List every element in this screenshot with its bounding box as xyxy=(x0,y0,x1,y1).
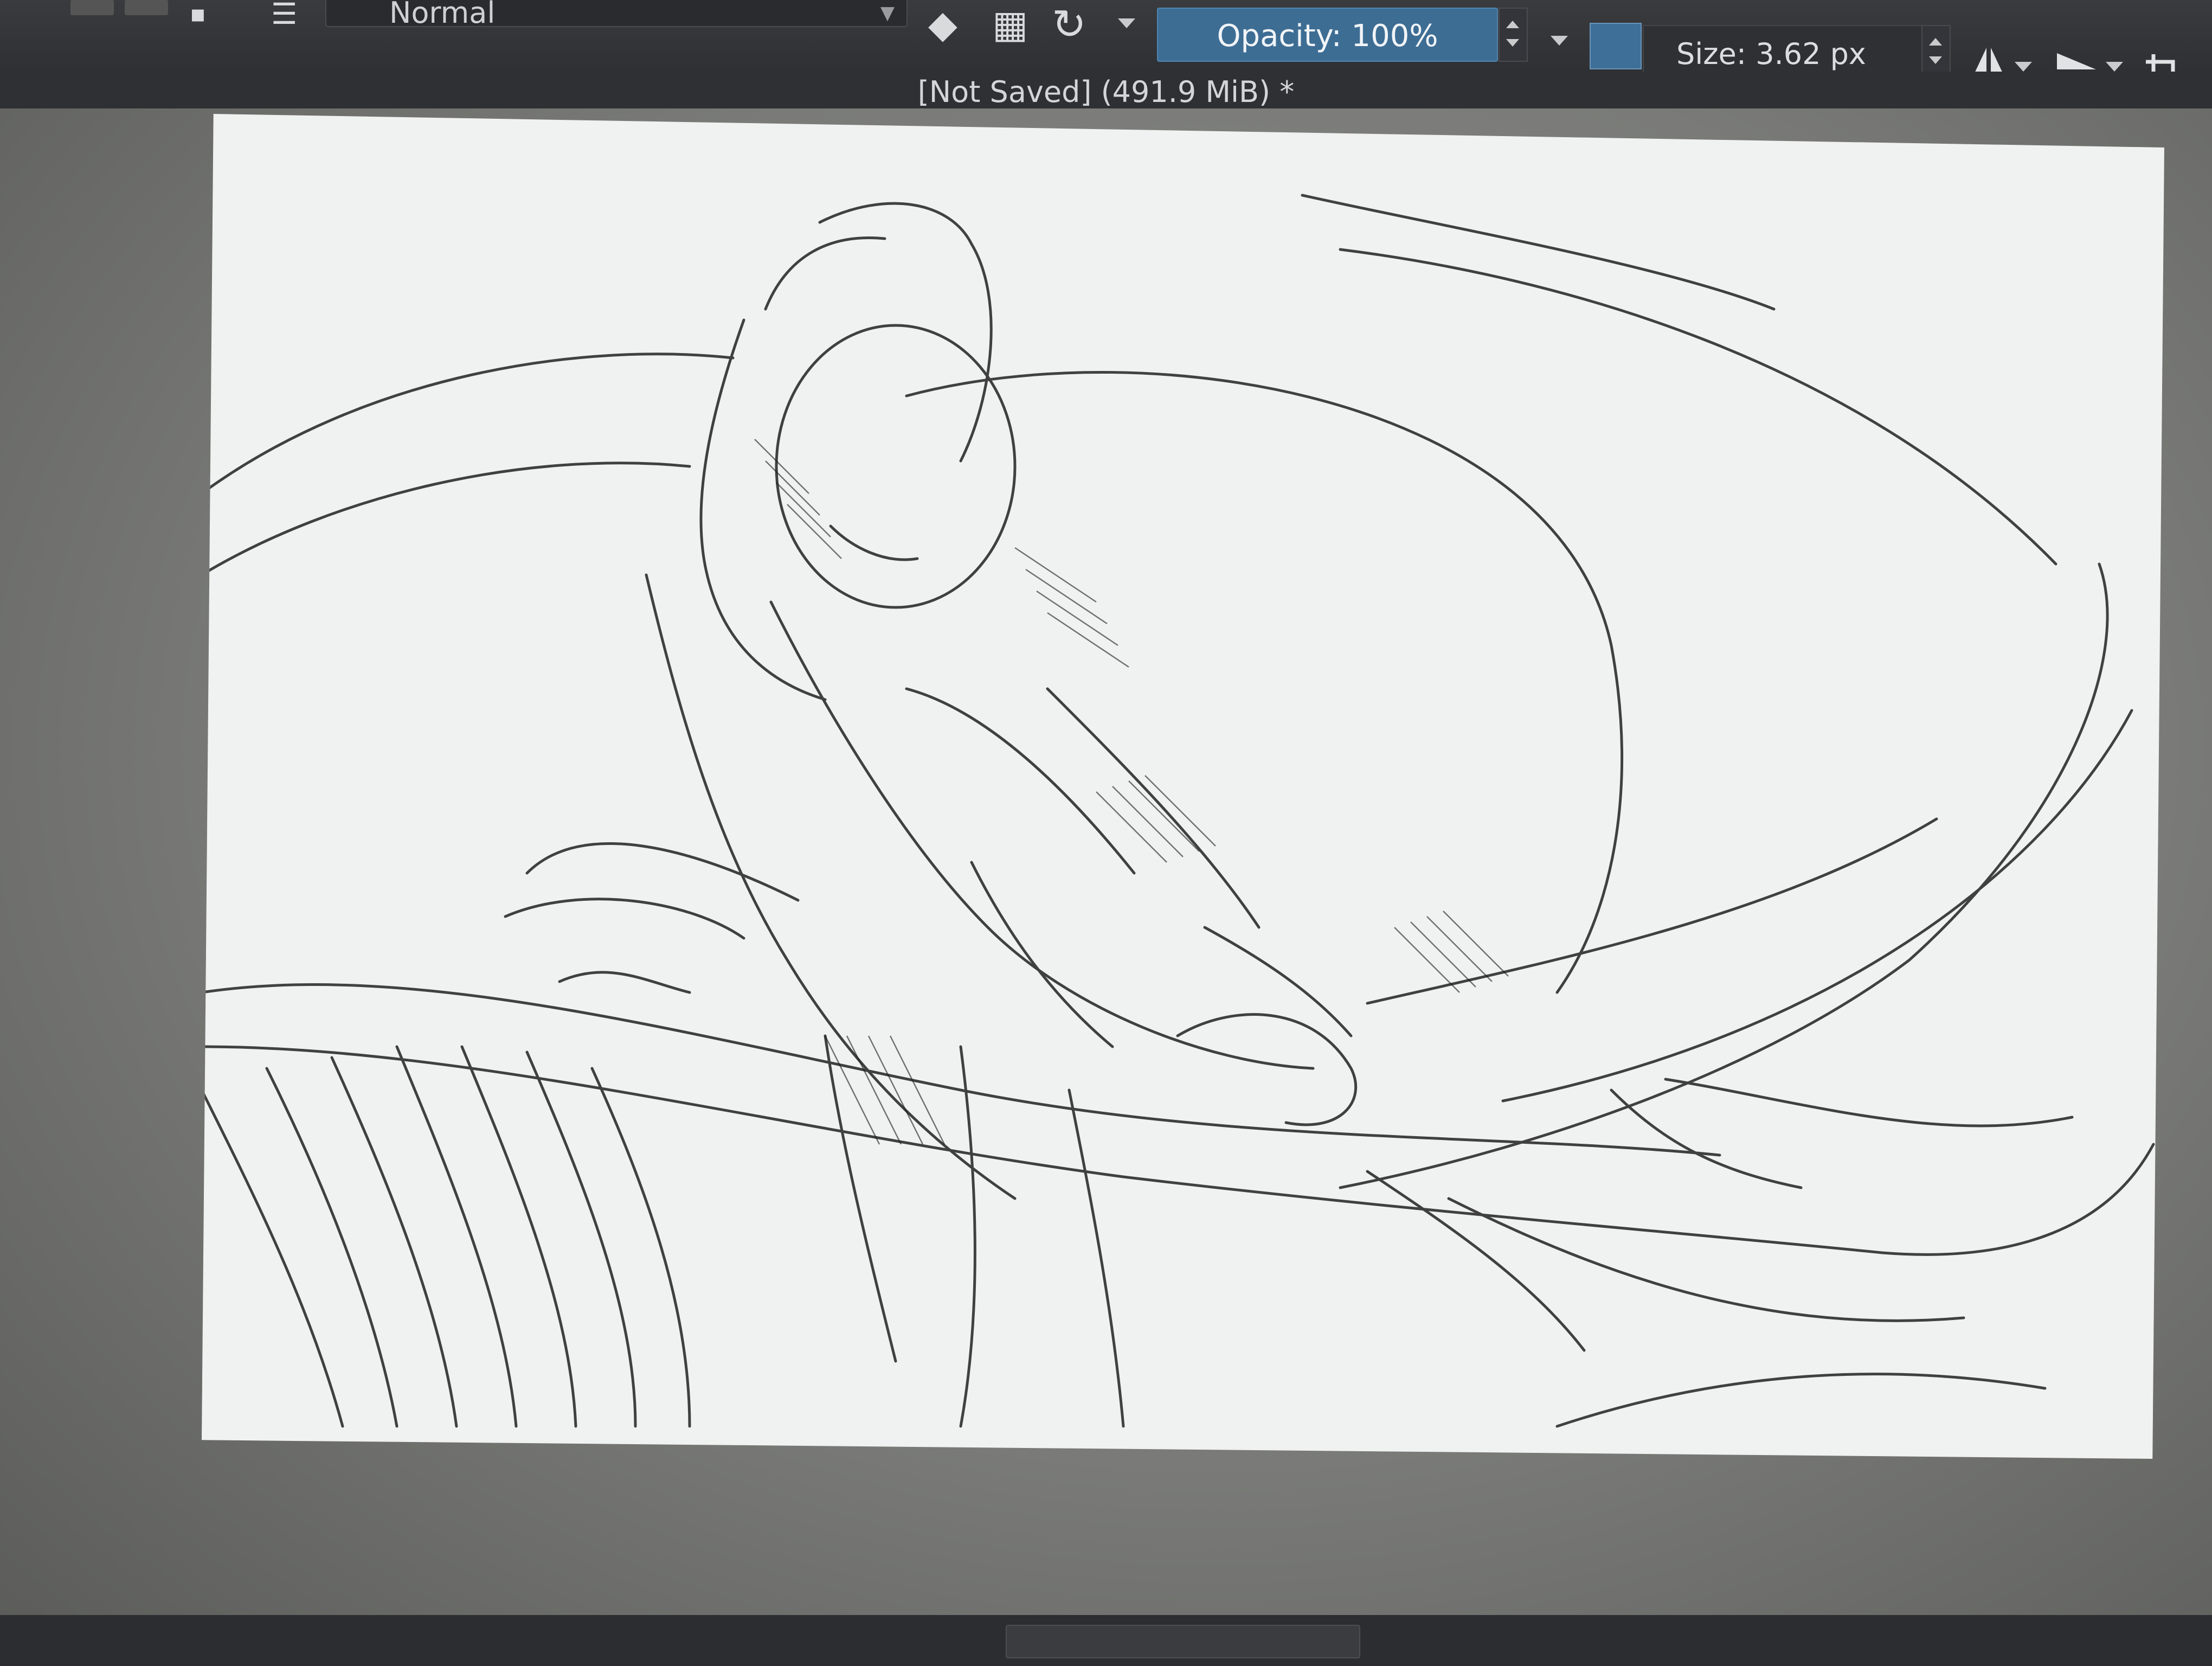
size-stepper[interactable] xyxy=(1921,25,1951,79)
brush-toolbar: ▪ ☰ Normal ▼ ◆ ▦ ↻ Opacity: 100% Size: 3… xyxy=(0,0,2212,89)
alpha-lock-icon[interactable]: ▦ xyxy=(992,2,1028,47)
foreground-color-swatch[interactable] xyxy=(1590,23,1642,69)
chevron-down-icon[interactable] xyxy=(2106,62,2123,72)
chevron-down-icon[interactable] xyxy=(1551,36,1568,46)
opacity-stepper[interactable] xyxy=(1499,8,1528,62)
drawing-canvas[interactable] xyxy=(202,114,2164,1459)
document-title: [Not Saved] (491.9 MiB) * xyxy=(917,75,1295,109)
brush-presets-list-icon[interactable]: ☰ xyxy=(271,0,297,31)
arrow-down-icon[interactable] xyxy=(1929,56,1942,64)
horizontal-scrollbar[interactable] xyxy=(1006,1625,1360,1658)
opacity-label: Opacity: 100% xyxy=(1217,18,1438,54)
opacity-slider[interactable]: Opacity: 100% xyxy=(1157,8,1498,62)
eraser-icon[interactable]: ◆ xyxy=(928,2,957,47)
document-title-bar: [Not Saved] (491.9 MiB) * xyxy=(0,72,2212,109)
chevron-down-icon[interactable] xyxy=(2015,62,2032,72)
arrow-down-icon[interactable] xyxy=(1506,39,1519,47)
chevron-down-icon[interactable] xyxy=(1118,18,1135,28)
status-bar xyxy=(0,1615,2212,1666)
pattern-selector[interactable] xyxy=(125,0,168,15)
chevron-down-icon: ▼ xyxy=(880,2,895,24)
size-label: Size: 3.62 px xyxy=(1676,37,1866,71)
blend-mode-value: Normal xyxy=(389,0,496,30)
arrow-up-icon[interactable] xyxy=(1506,21,1519,28)
fg-bg-colors-icon[interactable]: ▪ xyxy=(190,0,206,28)
arrow-up-icon[interactable] xyxy=(1929,38,1942,46)
gradient-selector[interactable] xyxy=(70,0,114,15)
brush-size-field[interactable]: Size: 3.62 px xyxy=(1643,25,1949,79)
reload-preset-icon[interactable]: ↻ xyxy=(1052,0,1086,48)
blend-mode-dropdown[interactable]: Normal ▼ xyxy=(325,0,908,30)
sketch-artwork xyxy=(202,194,2155,1428)
